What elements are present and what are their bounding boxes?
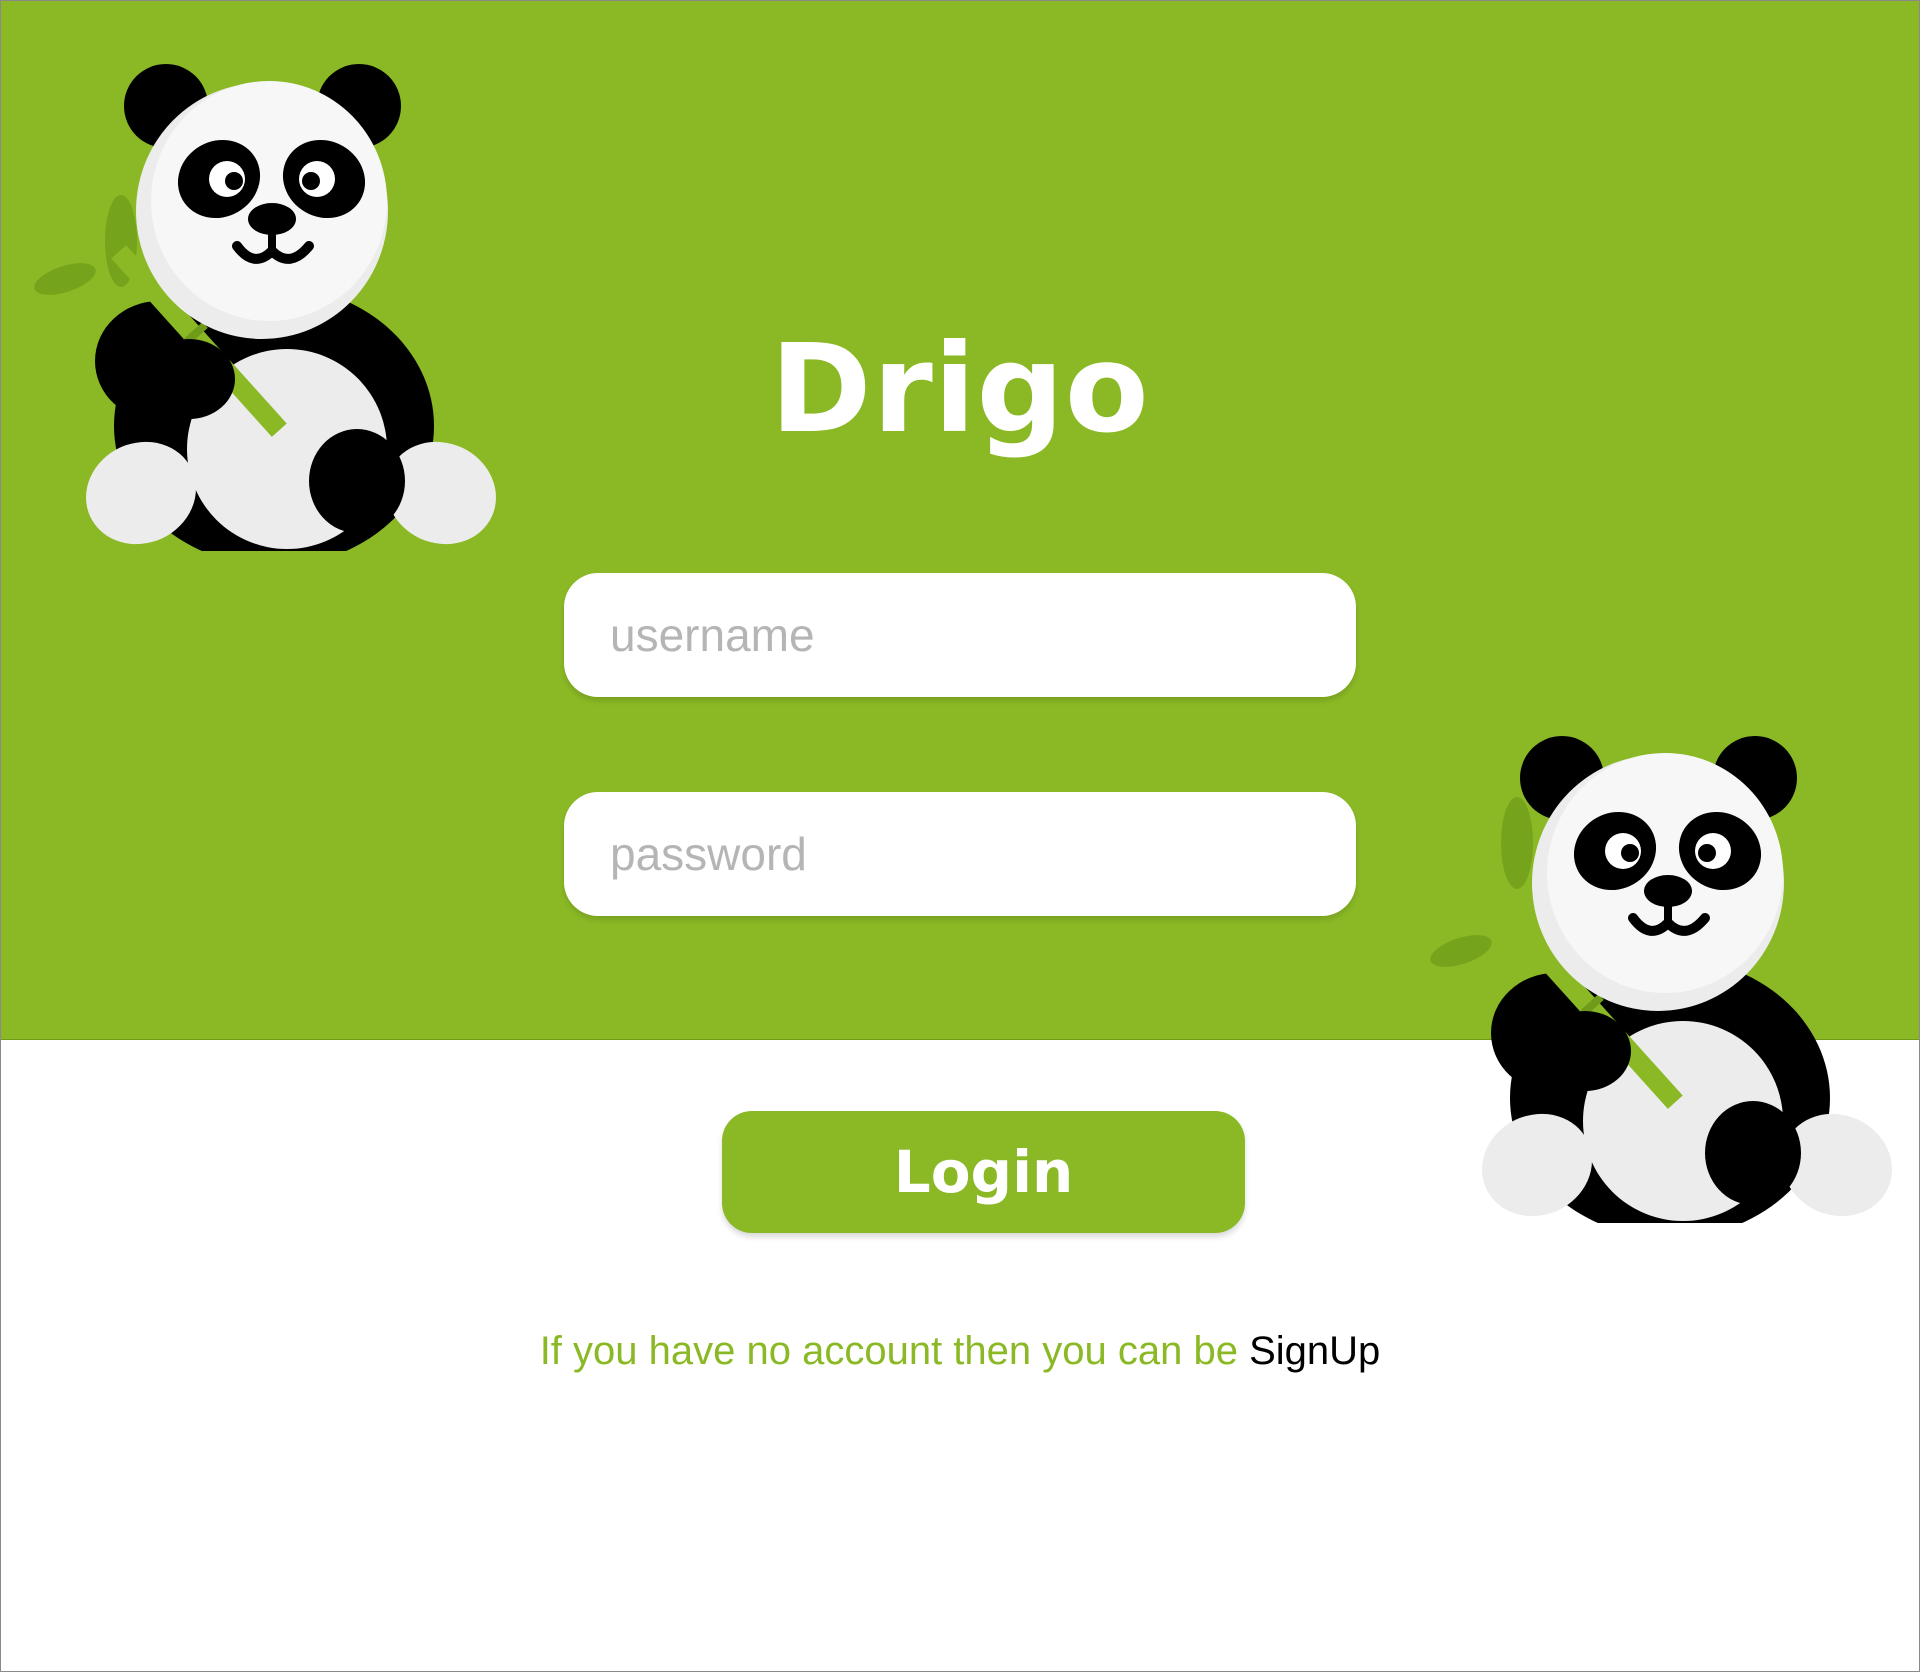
signup-prompt: If you have no account then you can be S… bbox=[1, 1329, 1919, 1374]
app-title: Drigo bbox=[770, 318, 1150, 460]
signup-prompt-text: If you have no account then you can be bbox=[539, 1329, 1250, 1373]
login-button[interactable]: Login bbox=[722, 1111, 1245, 1233]
password-input[interactable] bbox=[564, 792, 1356, 916]
login-page: Drigo Login If you have no account then … bbox=[0, 0, 1920, 1672]
signup-link[interactable]: SignUp bbox=[1249, 1329, 1380, 1373]
panda-with-bamboo-icon bbox=[1430, 736, 1892, 1223]
panda-with-bamboo-icon bbox=[34, 64, 496, 551]
username-input[interactable] bbox=[564, 573, 1356, 697]
